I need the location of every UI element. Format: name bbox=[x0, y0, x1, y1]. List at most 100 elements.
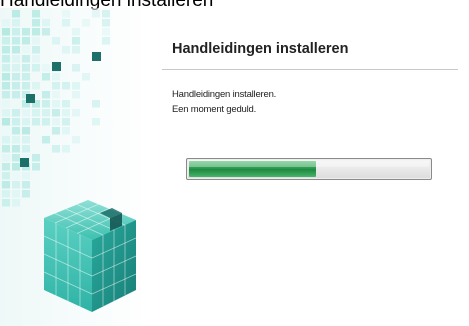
decor-block bbox=[42, 136, 50, 144]
decor-block bbox=[62, 10, 70, 18]
decor-block bbox=[12, 199, 20, 207]
decor-block bbox=[72, 136, 80, 144]
decor-block bbox=[42, 19, 50, 27]
decor-block bbox=[22, 145, 30, 153]
install-progress-bar bbox=[186, 158, 432, 180]
progress-fill bbox=[189, 161, 316, 177]
decor-block bbox=[22, 55, 30, 63]
decor-block bbox=[22, 37, 30, 45]
decor-block bbox=[62, 100, 70, 108]
decor-block bbox=[32, 64, 40, 72]
decor-block bbox=[72, 109, 80, 117]
decor-block bbox=[22, 127, 30, 135]
decor-block bbox=[52, 73, 60, 81]
decor-block bbox=[2, 64, 10, 72]
decor-block bbox=[42, 100, 50, 108]
decor-block bbox=[12, 91, 20, 99]
decor-block bbox=[32, 37, 40, 45]
decor-block bbox=[42, 64, 50, 72]
decor-block bbox=[12, 64, 20, 72]
decor-block bbox=[2, 46, 10, 54]
decor-block bbox=[72, 82, 80, 90]
decor-block bbox=[22, 190, 30, 198]
decor-block bbox=[52, 91, 60, 99]
decor-block bbox=[92, 100, 100, 108]
decor-block bbox=[52, 127, 60, 135]
decor-block bbox=[32, 55, 40, 63]
decor-block bbox=[52, 145, 60, 153]
decor-block bbox=[2, 199, 10, 207]
heading-divider bbox=[162, 69, 458, 70]
decor-block bbox=[42, 73, 50, 81]
decor-block bbox=[32, 163, 40, 171]
decor-block bbox=[12, 82, 20, 90]
decor-block bbox=[82, 73, 90, 81]
decor-block bbox=[12, 73, 20, 81]
decor-block bbox=[2, 190, 10, 198]
decor-block bbox=[2, 145, 10, 153]
decor-block bbox=[82, 19, 90, 27]
decor-block bbox=[32, 28, 40, 36]
decor-block bbox=[22, 28, 30, 36]
decor-accent-block bbox=[26, 94, 35, 103]
decor-block bbox=[22, 136, 30, 144]
decor-block bbox=[12, 154, 20, 162]
decor-block bbox=[12, 181, 20, 189]
decor-block bbox=[12, 37, 20, 45]
decor-block bbox=[72, 28, 80, 36]
decor-block bbox=[2, 73, 10, 81]
wait-message: Een moment geduld. bbox=[172, 104, 257, 115]
decor-block bbox=[12, 109, 20, 117]
decor-block bbox=[52, 37, 60, 45]
decor-block bbox=[22, 73, 30, 81]
decor-block bbox=[12, 172, 20, 180]
decor-block bbox=[72, 46, 80, 54]
decor-block bbox=[42, 91, 50, 99]
decor-block bbox=[52, 82, 60, 90]
status-message: Handleidingen installeren. bbox=[172, 89, 277, 100]
decor-block bbox=[92, 118, 100, 126]
decor-block bbox=[22, 118, 30, 126]
decor-block bbox=[62, 82, 70, 90]
decor-block bbox=[22, 181, 30, 189]
decor-block bbox=[62, 145, 70, 153]
decor-block bbox=[32, 118, 40, 126]
decor-block bbox=[2, 19, 10, 27]
decor-block bbox=[22, 64, 30, 72]
decor-block bbox=[52, 109, 60, 117]
decor-block bbox=[12, 46, 20, 54]
decor-block bbox=[12, 163, 20, 171]
installer-window: Handleidingen installeren Handleidingen … bbox=[0, 0, 469, 326]
decor-block bbox=[42, 118, 50, 126]
decor-block bbox=[2, 109, 10, 117]
cube-blocks-art bbox=[0, 8, 150, 326]
decor-block bbox=[32, 46, 40, 54]
decor-block bbox=[12, 10, 20, 18]
decor-block bbox=[62, 46, 70, 54]
decor-block bbox=[32, 82, 40, 90]
decor-block bbox=[2, 172, 10, 180]
decor-accent-block bbox=[20, 158, 29, 167]
decor-block bbox=[72, 64, 80, 72]
decor-block bbox=[32, 109, 40, 117]
decor-block bbox=[52, 100, 60, 108]
decor-block bbox=[22, 109, 30, 117]
decor-block bbox=[72, 91, 80, 99]
decor-block bbox=[2, 127, 10, 135]
decor-block bbox=[12, 28, 20, 36]
decor-block bbox=[72, 37, 80, 45]
decor-block bbox=[62, 19, 70, 27]
decor-block bbox=[2, 100, 10, 108]
decor-block bbox=[2, 55, 10, 63]
decor-block bbox=[102, 37, 110, 45]
decor-block bbox=[102, 28, 110, 36]
decor-block bbox=[2, 118, 10, 126]
decor-block bbox=[22, 172, 30, 180]
decor-block bbox=[12, 145, 20, 153]
decor-block bbox=[32, 154, 40, 162]
decor-block bbox=[2, 28, 10, 36]
decor-block bbox=[102, 19, 110, 27]
decor-block bbox=[12, 190, 20, 198]
decor-block bbox=[2, 181, 10, 189]
decor-block bbox=[62, 109, 70, 117]
